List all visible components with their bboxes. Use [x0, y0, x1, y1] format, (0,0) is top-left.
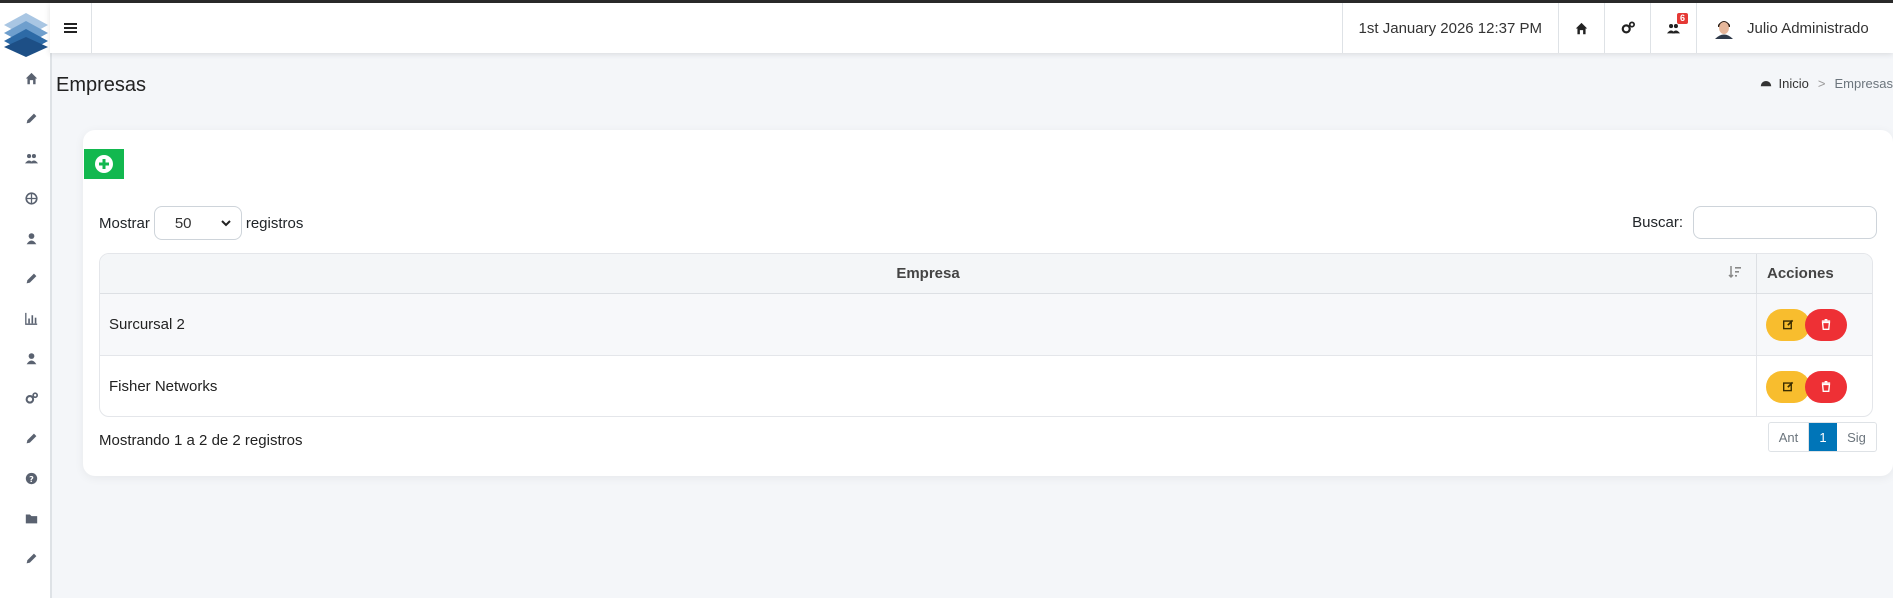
home-icon [1575, 22, 1588, 34]
user-icon[interactable] [20, 227, 42, 249]
company-name-cell: Surcursal 2 [100, 293, 1757, 356]
user-name: Julio Administrado [1747, 19, 1869, 37]
add-company-button[interactable] [84, 149, 124, 179]
users-icon[interactable] [20, 147, 42, 169]
sort-icon[interactable] [1728, 265, 1742, 279]
user-menu[interactable]: Julio Administrado [1696, 3, 1893, 53]
pagination: Ant 1 Sig [1768, 422, 1877, 452]
current-datetime: 1st January 2026 12:37 PM [1341, 3, 1558, 53]
plus-circle-icon [95, 155, 113, 173]
home-button[interactable] [1558, 3, 1604, 53]
page-size-value: 50 [174, 214, 192, 232]
edit-button[interactable] [1766, 308, 1810, 341]
settings-button[interactable] [1604, 3, 1650, 53]
pagination-next-button[interactable]: Sig [1837, 423, 1876, 451]
table-row[interactable]: Fisher Networks [100, 355, 1872, 416]
bar-chart-icon[interactable] [20, 307, 42, 329]
pagination-page-1[interactable]: 1 [1809, 423, 1837, 451]
folder-icon[interactable] [20, 507, 42, 529]
edit-icon [1782, 319, 1793, 330]
table-header-row: Empresa Acciones [100, 254, 1872, 294]
show-label: Mostrar [99, 214, 150, 232]
cogs-icon [1621, 21, 1635, 34]
dashboard-icon [1760, 80, 1771, 86]
svg-text:?: ? [29, 473, 34, 483]
actions-cell [1756, 355, 1872, 416]
column-header-empresa[interactable]: Empresa [100, 254, 1757, 294]
pencil-icon[interactable] [20, 547, 42, 569]
companies-card: Mostrar 50 registros Buscar: Empresa Acc… [83, 130, 1893, 476]
trash-icon [1821, 381, 1831, 392]
edit-button[interactable] [1766, 370, 1810, 403]
search-input[interactable] [1693, 206, 1877, 239]
page-size-control: Mostrar 50 registros [99, 206, 303, 240]
pencil-icon[interactable] [20, 107, 42, 129]
search-label: Buscar: [1632, 214, 1683, 231]
avatar [1713, 17, 1735, 39]
search-control: Buscar: [1632, 206, 1877, 239]
records-label: registros [245, 214, 304, 232]
delete-button[interactable] [1805, 308, 1847, 341]
top-navbar: 1st January 2026 12:37 PM 6 Julio Admini… [50, 3, 1893, 53]
delete-button[interactable] [1805, 370, 1847, 403]
pencil-icon[interactable] [20, 427, 42, 449]
breadcrumb-current: Empresas [1834, 76, 1893, 91]
table-row[interactable]: Surcursal 2 [100, 293, 1872, 356]
hamburger-icon [64, 23, 77, 33]
notification-badge: 6 [1677, 13, 1689, 24]
breadcrumb-home-link[interactable]: Inicio [1779, 76, 1809, 91]
cogs-icon[interactable] [20, 387, 42, 409]
table-info: Mostrando 1 a 2 de 2 registros [99, 432, 303, 449]
column-header-acciones: Acciones [1756, 254, 1872, 294]
home-icon[interactable] [20, 67, 42, 89]
sidebar: ? [0, 3, 52, 598]
app-logo[interactable] [2, 11, 50, 57]
pencil-icon[interactable] [20, 267, 42, 289]
breadcrumb: Inicio > Empresas [1760, 76, 1893, 91]
company-name-cell: Fisher Networks [109, 378, 218, 395]
edit-icon [1782, 381, 1793, 392]
actions-cell [1756, 293, 1872, 356]
trash-icon [1821, 319, 1831, 330]
page-title: Empresas [56, 74, 147, 96]
question-icon[interactable]: ? [20, 467, 42, 489]
chevron-down-icon [221, 219, 231, 226]
menu-toggle-button[interactable] [50, 3, 92, 53]
user-icon[interactable] [20, 347, 42, 369]
page-size-select[interactable]: 50 [153, 206, 242, 240]
companies-table: Empresa Acciones Surcursal 2 Fisher Netw… [99, 253, 1873, 417]
breadcrumb-separator: > [1817, 76, 1826, 91]
globe-icon[interactable] [20, 187, 42, 209]
pagination-prev-button[interactable]: Ant [1769, 423, 1809, 451]
notifications-button[interactable]: 6 [1650, 3, 1696, 53]
